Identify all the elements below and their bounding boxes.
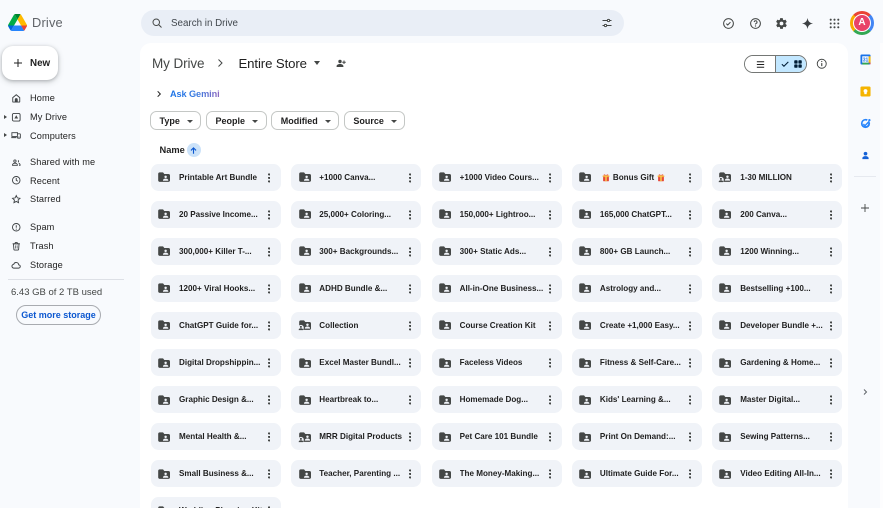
svg-text:31: 31	[862, 57, 868, 63]
